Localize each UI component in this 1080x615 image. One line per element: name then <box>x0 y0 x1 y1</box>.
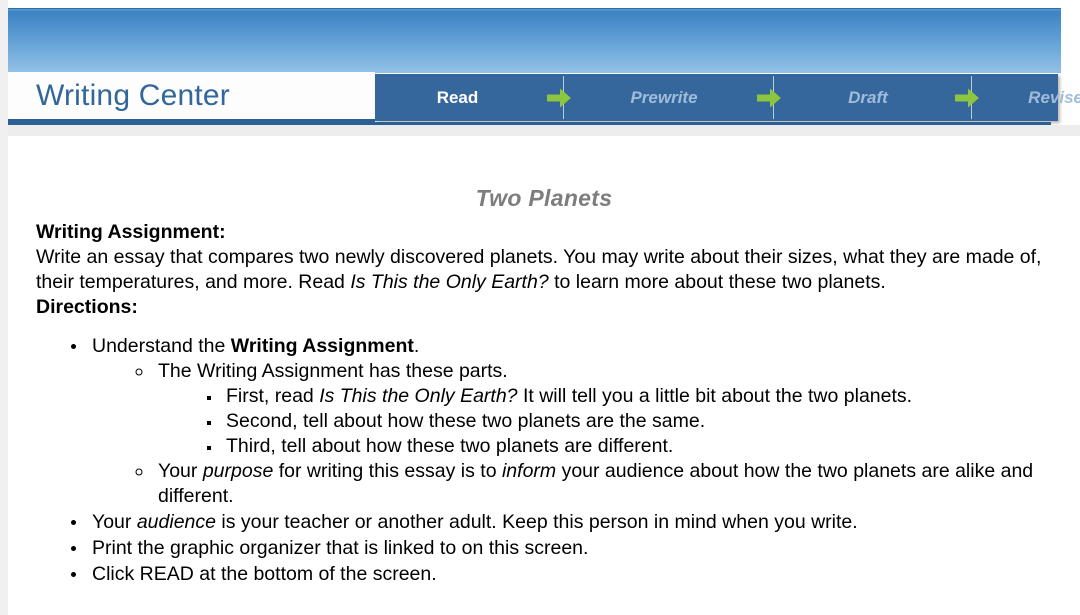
green-right-arrow-icon <box>547 88 571 107</box>
writing-center-page: Writing Center Read Prewrite Draft Revis… <box>0 0 1080 615</box>
assignment-book-title: Is This the Only Earth? <box>350 271 549 293</box>
purpose-pre: Your <box>158 460 203 482</box>
bullet1-post: . <box>413 335 420 357</box>
directions-sub-sublist: First, read Is This the Only Earth? It w… <box>158 384 1052 459</box>
banner-gloss <box>8 9 1061 12</box>
step1-book-title: Is This the Only Earth? <box>319 385 518 407</box>
document-content: Two Planets Writing Assignment: Write an… <box>8 136 1080 615</box>
directions-list: Understand the Writing Assignment. The W… <box>36 334 1052 587</box>
assignment-text-part2: to learn more about these two planets. <box>548 271 886 293</box>
header-gap-strip <box>8 125 1080 136</box>
step1-pre: First, read <box>226 385 320 407</box>
purpose-mid: for writing this essay is to <box>273 460 502 482</box>
assignment-block: Writing Assignment: Write an essay that … <box>8 211 1080 587</box>
purpose-emphasis: purpose <box>202 460 274 482</box>
inform-emphasis: inform <box>501 460 557 482</box>
step3-text: Third, tell about how these two planets … <box>226 435 674 457</box>
list-item: Your audience is your teacher or another… <box>88 510 1052 535</box>
list-item: The Writing Assignment has these parts. … <box>154 359 1052 459</box>
nav-step-prewrite-label: Prewrite <box>630 87 698 107</box>
assignment-paragraph: Write an essay that compares two newly d… <box>36 245 1052 295</box>
header: Writing Center Read Prewrite Draft Revis <box>8 72 1080 128</box>
site-logo: Writing Center <box>8 72 375 122</box>
page-title: Two Planets <box>475 185 613 211</box>
step2-text: Second, tell about how these two planets… <box>226 410 706 432</box>
nav-step-prewrite[interactable]: Prewrite <box>578 74 750 121</box>
nav-step-revise-edit[interactable]: Revise/Edit <box>986 74 1080 121</box>
click-read-text: Click READ at the bottom of the screen. <box>92 563 437 585</box>
graphic-organizer-text: Print the graphic organizer that is link… <box>92 537 589 559</box>
step-navigation: Read Prewrite Draft Revis <box>375 74 1080 121</box>
nav-step-read[interactable]: Read <box>375 74 540 121</box>
green-right-arrow-icon <box>955 88 979 107</box>
list-item: Second, tell about how these two planets… <box>222 409 1052 434</box>
audience-emphasis: audience <box>136 511 216 533</box>
nav-step-draft-label: Draft <box>848 87 888 107</box>
bullet1-bold: Writing Assignment <box>230 335 414 357</box>
audience-post: is your teacher or another adult. Keep t… <box>215 511 858 533</box>
nav-separator-3 <box>948 74 986 121</box>
step1-post: It will tell you a little bit about the … <box>517 385 913 407</box>
list-item: Print the graphic organizer that is link… <box>88 536 1052 561</box>
nav-step-draft[interactable]: Draft <box>788 74 948 121</box>
directions-heading: Directions: <box>36 296 138 318</box>
directions-sublist: The Writing Assignment has these parts. … <box>92 359 1052 509</box>
site-logo-text: Writing Center <box>36 78 230 112</box>
nav-step-revise-edit-label: Revise/Edit <box>1028 87 1080 107</box>
bullet1-sub1-text: The Writing Assignment has these parts. <box>158 360 508 382</box>
list-item: First, read Is This the Only Earth? It w… <box>222 384 1052 409</box>
nav-separator-1 <box>540 74 578 121</box>
green-right-arrow-icon <box>757 88 781 107</box>
nav-separator-2 <box>750 74 788 121</box>
top-banner <box>8 8 1061 73</box>
list-item: Click READ at the bottom of the screen. <box>88 562 1052 587</box>
list-item: Third, tell about how these two planets … <box>222 434 1052 459</box>
nav-step-read-label: Read <box>436 87 479 107</box>
list-item: Your purpose for writing this essay is t… <box>154 459 1052 509</box>
bullet1-pre: Understand the <box>92 335 231 357</box>
list-item: Understand the Writing Assignment. The W… <box>88 334 1052 509</box>
assignment-heading: Writing Assignment: <box>36 221 226 243</box>
audience-pre: Your <box>92 511 137 533</box>
